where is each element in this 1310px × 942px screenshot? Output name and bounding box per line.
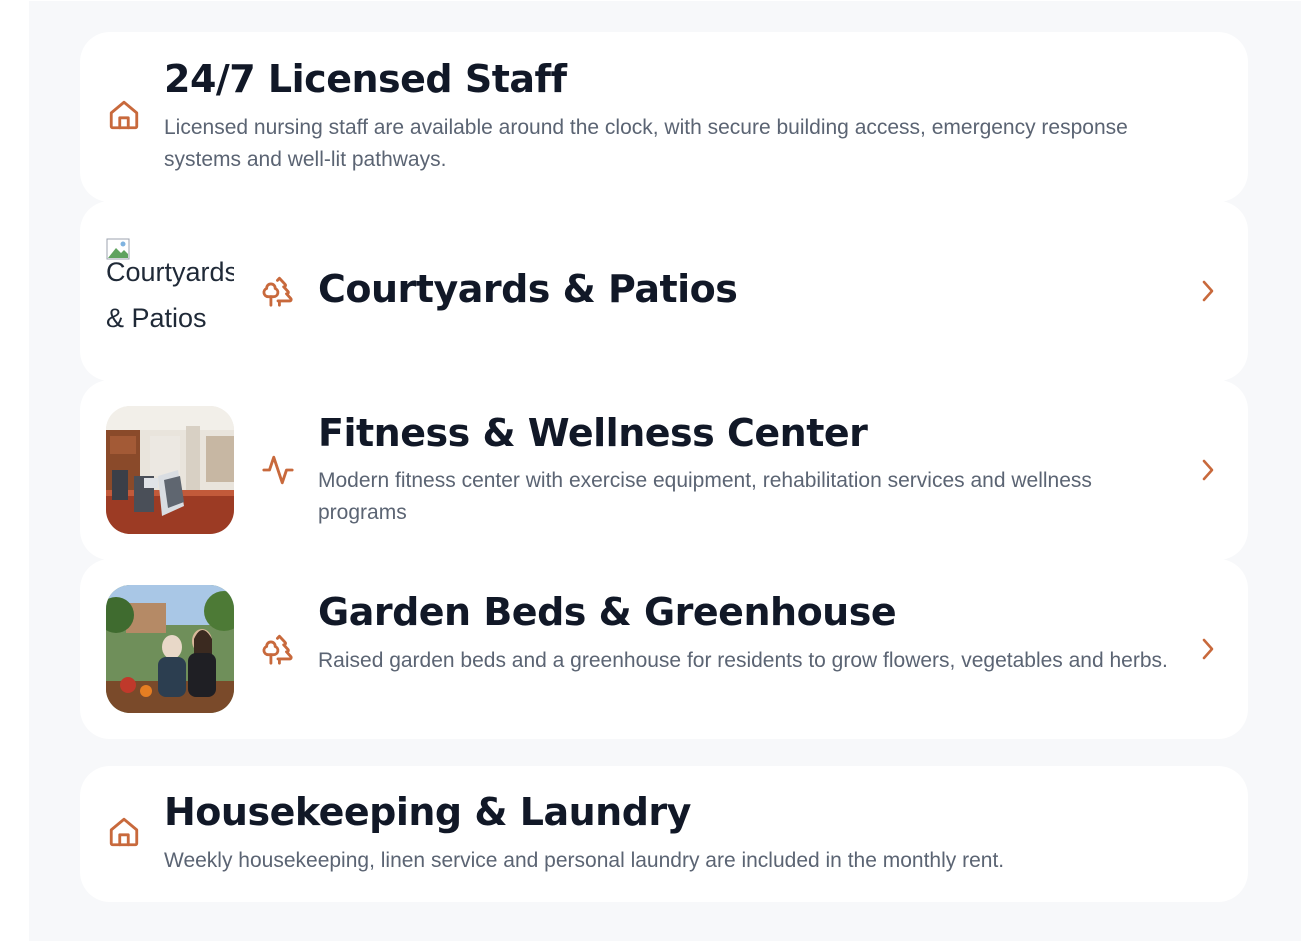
amenity-card-licensed-staff: 24/7 Licensed Staff Licensed nursing sta… — [80, 32, 1248, 202]
amenity-title: Garden Beds & Greenhouse — [318, 590, 897, 634]
amenity-description: Weekly housekeeping, linen service and p… — [164, 849, 1005, 872]
broken-image-icon — [106, 229, 130, 260]
amenity-card-housekeeping: Housekeeping & Laundry Weekly housekeepi… — [80, 766, 1248, 902]
chevron-right-icon[interactable] — [1197, 278, 1219, 304]
fitness-room-photo — [106, 406, 234, 534]
amenity-title: 24/7 Licensed Staff — [164, 57, 567, 101]
trees-icon — [261, 632, 295, 666]
home-icon — [107, 815, 141, 849]
chevron-right-icon[interactable] — [1197, 457, 1219, 483]
amenity-card-fitness[interactable]: Fitness & Wellness Center Modern fitness… — [80, 380, 1248, 560]
activity-icon — [261, 453, 295, 487]
amenity-card-garden[interactable]: Garden Beds & Greenhouse Raised garden b… — [80, 559, 1248, 739]
amenity-title: Courtyards & Patios — [318, 267, 738, 311]
chevron-right-icon[interactable] — [1197, 636, 1219, 662]
amenity-description: Raised garden beds and a greenhouse for … — [318, 649, 1168, 672]
amenity-card-courtyards[interactable]: Courtyards & Patios Courtyards & Patios — [80, 201, 1248, 381]
home-icon — [107, 98, 141, 132]
amenity-description: Licensed nursing staff are available aro… — [164, 116, 1128, 171]
amenity-title: Housekeeping & Laundry — [164, 790, 691, 834]
trees-icon — [261, 274, 295, 308]
broken-image: Courtyards & Patios — [106, 229, 234, 357]
amenity-description: Modern fitness center with exercise equi… — [318, 469, 1092, 524]
amenity-title: Fitness & Wellness Center — [318, 411, 868, 455]
garden-residents-photo — [106, 585, 234, 713]
